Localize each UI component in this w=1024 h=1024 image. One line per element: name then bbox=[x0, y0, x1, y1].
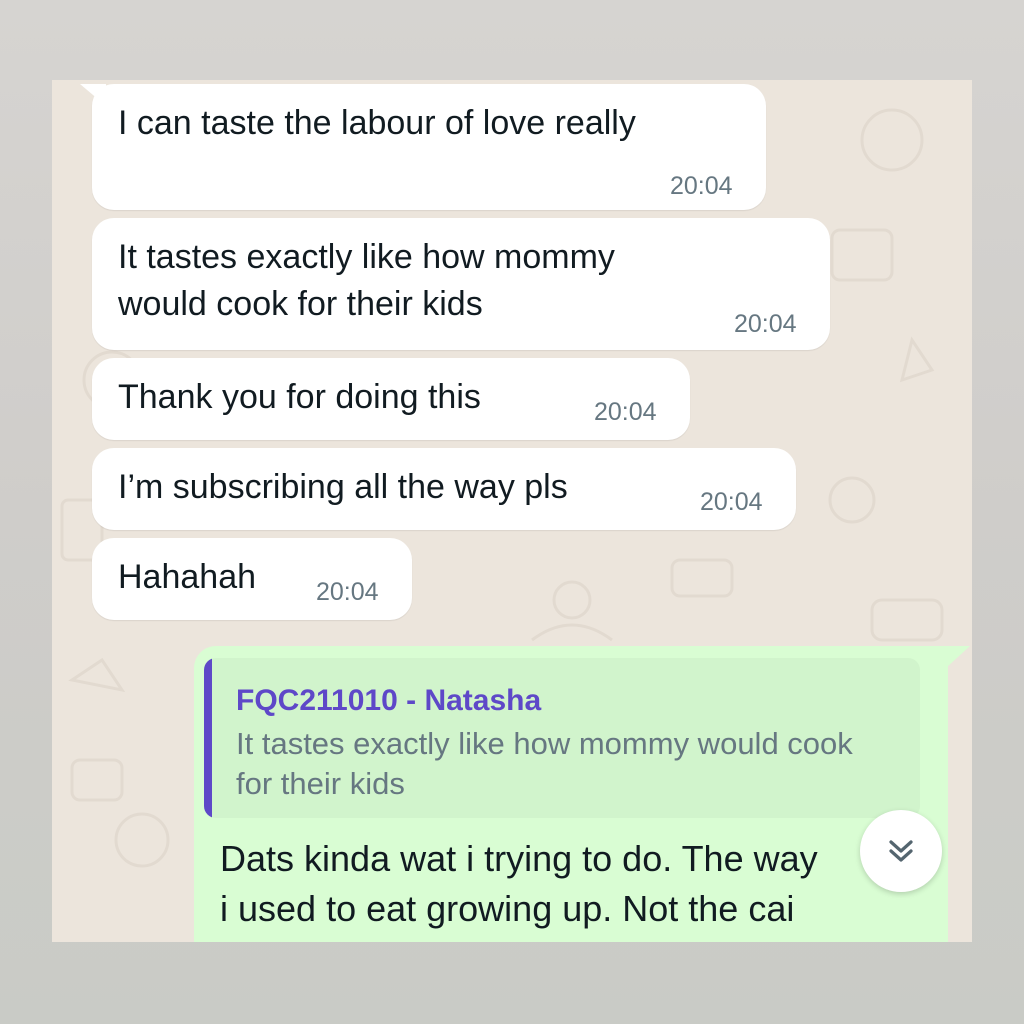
incoming-message[interactable]: I can taste the labour of love really 20… bbox=[80, 84, 766, 210]
reply-line: Dats kinda wat i trying to do. The way bbox=[220, 838, 818, 879]
message-time: 20:04 bbox=[734, 310, 797, 338]
message-time: 20:04 bbox=[594, 398, 657, 426]
quoted-message[interactable]: FQC211010 - Natasha It tastes exactly li… bbox=[204, 658, 920, 818]
bubble-tail bbox=[946, 646, 970, 668]
message-text: It tastes exactly like how mommy would c… bbox=[118, 234, 615, 328]
incoming-message[interactable]: I’m subscribing all the way pls 20:04 bbox=[92, 448, 796, 530]
reply-text: Dats kinda wat i trying to do. The way i… bbox=[220, 834, 920, 934]
quoted-sender: FQC211010 - Natasha bbox=[236, 684, 542, 717]
message-line: would cook for their kids bbox=[118, 285, 483, 323]
message-line: It tastes exactly like how mommy bbox=[118, 238, 615, 276]
double-chevron-down-icon bbox=[889, 840, 913, 862]
chat-view: I can taste the labour of love really 20… bbox=[52, 80, 972, 942]
message-text: I can taste the labour of love really bbox=[118, 104, 636, 142]
scroll-to-bottom-button[interactable] bbox=[860, 810, 942, 892]
outgoing-reply-message[interactable]: FQC211010 - Natasha It tastes exactly li… bbox=[194, 646, 948, 942]
quoted-text: It tastes exactly like how mommy would c… bbox=[236, 726, 853, 801]
quote-accent-bar bbox=[204, 658, 212, 818]
incoming-message[interactable]: Thank you for doing this 20:04 bbox=[92, 358, 690, 440]
bubble-tail bbox=[80, 84, 106, 106]
incoming-message[interactable]: Hahahah 20:04 bbox=[92, 538, 412, 620]
reply-line: i used to eat growing up. Not the cai bbox=[220, 888, 795, 929]
message-text: Thank you for doing this bbox=[118, 378, 481, 416]
incoming-message[interactable]: It tastes exactly like how mommy would c… bbox=[92, 218, 830, 350]
message-text: Hahahah bbox=[118, 558, 257, 596]
message-time: 20:04 bbox=[316, 578, 379, 606]
message-time: 20:04 bbox=[670, 172, 733, 200]
message-time: 20:04 bbox=[700, 488, 763, 516]
message-text: I’m subscribing all the way pls bbox=[118, 468, 568, 506]
